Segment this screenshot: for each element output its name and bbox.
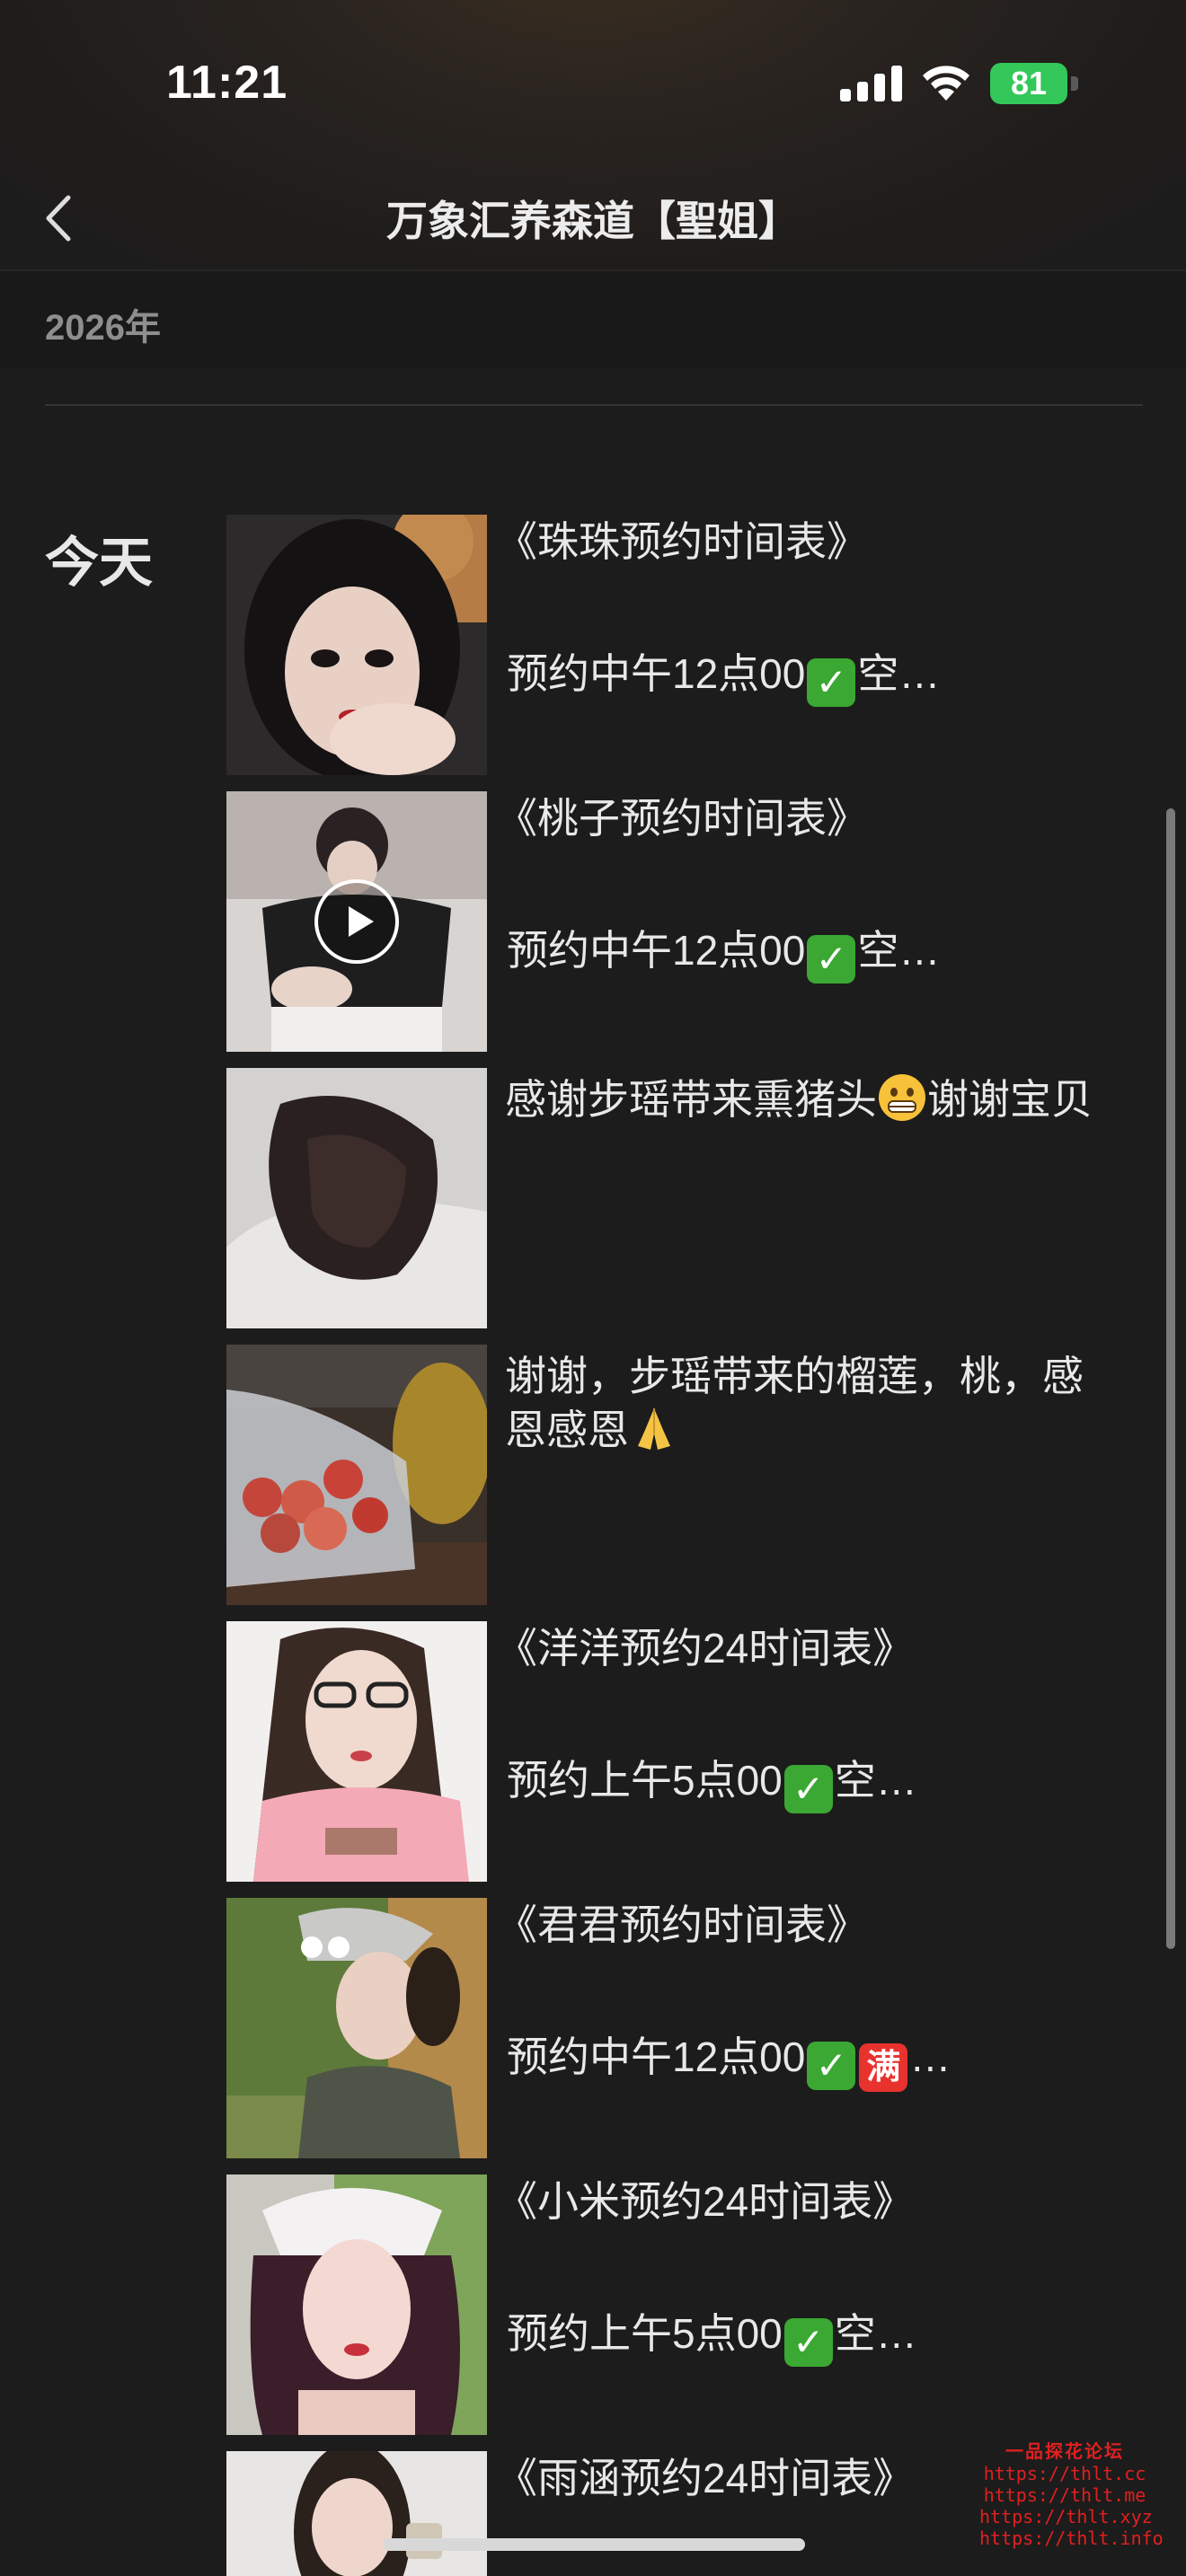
post-item[interactable]: 感谢步瑶带来熏猪头 谢谢宝贝 — [226, 1068, 1143, 1328]
post-thumbnail — [226, 1068, 487, 1328]
folded-hands-icon — [638, 1408, 670, 1450]
check-mark-icon: ✓ — [783, 1765, 833, 1813]
battery-percent: 81 — [1010, 65, 1048, 101]
post-title: 《洋洋预约24时间表》 — [496, 1625, 915, 1672]
year-header: 2026年 — [0, 271, 1186, 368]
page-title: 万象汇养森道【聖姐】 — [386, 198, 800, 244]
post-body-tail: 谢谢宝贝 — [927, 1076, 1093, 1123]
post-subtitle: 预约上午5点00 ✓ 空… — [507, 1753, 917, 1813]
home-indicator[interactable] — [383, 2538, 805, 2551]
watermark: 一品探花论坛 https://thlt.cc https://thlt.me h… — [979, 2437, 1164, 2549]
post-body-text: 感谢步瑶带来熏猪头 — [505, 1076, 877, 1123]
post-subtitle: 预约中午12点00 ✓ 满… — [507, 2030, 951, 2092]
status-bar: 11:21 81 — [0, 0, 1186, 171]
screen: 11:21 81 万象汇养森道【聖姐】 2026年 今天 《珠珠预约时间表》 预… — [0, 0, 1186, 2576]
post-thumbnail — [226, 2451, 487, 2576]
watermark-url: https://thlt.me — [983, 2484, 1146, 2506]
post-title: 《珠珠预约时间表》 — [496, 518, 868, 565]
post-thumbnail — [226, 515, 487, 775]
grinning-face-icon — [879, 1074, 925, 1121]
post-item[interactable]: 谢谢，步瑶带来的榴莲，桃，感恩感恩 — [226, 1345, 1143, 1605]
post-item[interactable]: 《桃子预约时间表》 预约中午12点00 ✓ 空… — [226, 791, 1143, 1052]
full-badge: 满 — [859, 2043, 908, 2092]
post-text: 感谢步瑶带来熏猪头 谢谢宝贝 — [505, 1072, 1116, 1126]
battery-icon: 81 — [990, 63, 1078, 104]
status-time: 11:21 — [166, 57, 288, 109]
day-label: 今天 — [45, 533, 153, 593]
post-text: 谢谢，步瑶带来的榴莲，桃，感恩感恩 — [505, 1349, 1116, 1457]
post-title: 《雨涵预约24时间表》 — [496, 2455, 915, 2501]
post-subtitle-tail: 空… — [857, 927, 941, 974]
watermark-url: https://thlt.info — [979, 2527, 1164, 2549]
post-subtitle-text: 预约中午12点00 — [507, 2033, 806, 2080]
year-label: 2026年 — [45, 308, 161, 348]
post-thumbnail — [226, 1898, 487, 2158]
play-icon — [314, 879, 399, 964]
post-subtitle-tail: 空… — [857, 650, 941, 697]
post-thumbnail — [226, 791, 487, 1052]
post-thumbnail — [226, 2175, 487, 2435]
post-subtitle: 预约中午12点00 ✓ 空… — [507, 647, 940, 707]
cellular-signal-icon — [840, 66, 902, 101]
scrollbar[interactable] — [1166, 808, 1175, 1949]
year-divider — [45, 404, 1143, 406]
check-mark-icon: ✓ — [783, 2318, 833, 2367]
check-mark-icon: ✓ — [807, 2042, 856, 2090]
post-title: 《小米预约24时间表》 — [496, 2178, 915, 2225]
post-title: 《君君预约时间表》 — [496, 1901, 868, 1948]
battery-cap — [1071, 76, 1078, 91]
watermark-url: https://thlt.cc — [983, 2463, 1146, 2484]
wifi-icon — [923, 66, 969, 101]
post-subtitle-tail: 空… — [834, 2310, 917, 2357]
check-mark-icon: ✓ — [807, 935, 856, 984]
watermark-title: 一品探花论坛 — [1005, 2440, 1124, 2462]
post-subtitle-text: 预约中午12点00 — [507, 650, 806, 697]
watermark-url: https://thlt.xyz — [979, 2506, 1153, 2527]
post-subtitle: 预约中午12点00 ✓ 空… — [507, 923, 940, 984]
post-body-text: 谢谢，步瑶带来的榴莲，桃，感恩感恩 — [505, 1353, 1084, 1453]
post-title: 《桃子预约时间表》 — [496, 795, 868, 842]
post-subtitle-tail: … — [909, 2033, 951, 2080]
post-item[interactable]: 《珠珠预约时间表》 预约中午12点00 ✓ 空… — [226, 515, 1143, 775]
post-subtitle-text: 预约上午5点00 — [507, 2310, 783, 2357]
post-subtitle: 预约上午5点00 ✓ 空… — [507, 2307, 917, 2367]
post-thumbnail — [226, 1621, 487, 1882]
post-item[interactable]: 《君君预约时间表》 预约中午12点00 ✓ 满… — [226, 1898, 1143, 2158]
post-item[interactable]: 《小米预约24时间表》 预约上午5点00 ✓ 空… — [226, 2175, 1143, 2435]
check-mark-icon: ✓ — [807, 658, 856, 707]
post-item[interactable]: 《洋洋预约24时间表》 预约上午5点00 ✓ 空… — [226, 1621, 1143, 1882]
post-subtitle-text: 预约中午12点00 — [507, 927, 806, 974]
post-subtitle-tail: 空… — [834, 1757, 917, 1804]
post-thumbnail — [226, 1345, 487, 1605]
nav-bar: 万象汇养森道【聖姐】 — [0, 171, 1186, 269]
post-subtitle-text: 预约上午5点00 — [507, 1757, 783, 1804]
